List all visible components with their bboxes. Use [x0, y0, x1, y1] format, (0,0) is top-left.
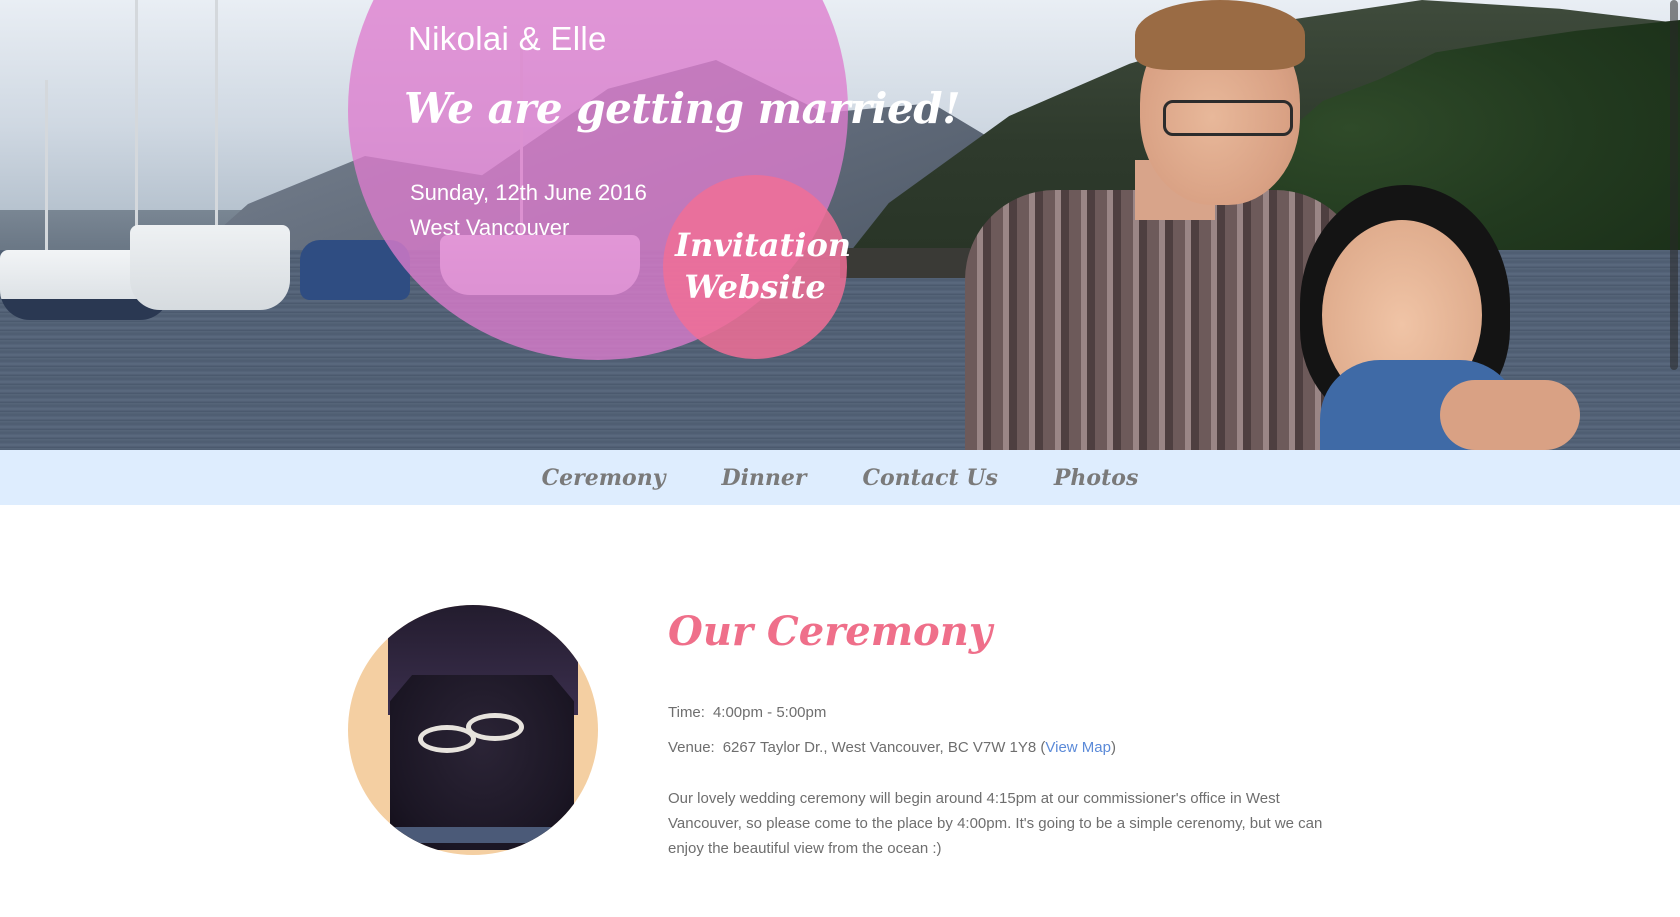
ring-box-base — [390, 675, 574, 850]
invitation-badge: Invitation Website — [663, 175, 852, 359]
nav-item-dinner[interactable]: Dinner — [721, 465, 806, 491]
venue-label: Venue: — [668, 739, 715, 756]
view-map-link[interactable]: View Map — [1045, 739, 1111, 756]
wedding-place: West Vancouver — [410, 215, 570, 240]
hero-headline: We are getting married! — [404, 84, 961, 133]
nav-item-ceremony[interactable]: Ceremony — [542, 465, 666, 491]
hero-banner: Nikolai & Elle We are getting married! S… — [0, 0, 1680, 450]
main-nav: Ceremony Dinner Contact Us Photos — [0, 450, 1680, 505]
sailboat-mast — [215, 0, 218, 260]
sailboat-mast — [45, 80, 48, 250]
ceremony-heading: Our Ceremony — [668, 608, 993, 655]
wedding-date: Sunday, 12th June 2016 — [410, 180, 647, 205]
venue-address: 6267 Taylor Dr., West Vancouver, BC V7W … — [722, 739, 1037, 756]
hero-boat — [130, 225, 290, 310]
time-value: 4:00pm - 5:00pm — [712, 704, 827, 721]
invitation-badge-label: Invitation Website — [675, 226, 852, 306]
nav-item-contact-us[interactable]: Contact Us — [863, 465, 998, 491]
couple-man-hair — [1135, 0, 1305, 70]
paren-close: ) — [1110, 739, 1116, 756]
couple-man-arm — [1440, 380, 1580, 450]
couple-names: Nikolai & Elle — [408, 20, 607, 57]
ceremony-description: Our lovely wedding ceremony will begin a… — [668, 790, 1323, 857]
ring-box-photo — [348, 605, 598, 855]
sailboat-mast — [135, 0, 138, 240]
nav-item-photos[interactable]: Photos — [1054, 465, 1138, 491]
ceremony-venue: Venue: 6267 Taylor Dr., West Vancouver, B… — [668, 739, 1116, 756]
couple-man-glasses — [1163, 100, 1293, 136]
ceremony-time: Time: 4:00pm - 5:00pm — [668, 704, 826, 721]
hero-dock — [840, 248, 970, 278]
paren-open: ( — [1036, 739, 1046, 756]
time-label: Time: — [668, 704, 705, 721]
page-scrollbar[interactable] — [1670, 0, 1678, 370]
ring-box-rim — [394, 827, 570, 843]
wedding-ring — [466, 713, 524, 741]
